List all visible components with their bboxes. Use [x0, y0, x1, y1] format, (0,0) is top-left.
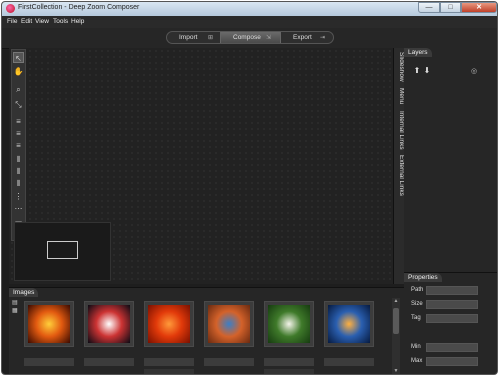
thumbnail-astronaut[interactable]: [84, 301, 134, 347]
thumbnail-caption: [324, 358, 374, 366]
tab-export-label: Export: [293, 34, 312, 41]
menu-view[interactable]: View: [35, 18, 49, 25]
move-down-icon[interactable]: ⬇: [423, 67, 431, 75]
fit-tool-icon[interactable]: ⤡: [13, 99, 24, 110]
property-label: Path: [411, 287, 424, 293]
list-view-icon[interactable]: ▤: [12, 300, 19, 306]
property-label: Size: [411, 301, 423, 307]
menu-tools[interactable]: Tools: [53, 18, 68, 25]
max-field[interactable]: [426, 357, 478, 366]
app-icon: [6, 4, 15, 13]
distribute-vertical-icon[interactable]: ⋯: [13, 203, 24, 214]
property-max: Max: [404, 357, 497, 367]
scroll-down-icon[interactable]: ▼: [392, 368, 400, 374]
move-up-icon[interactable]: ⬆: [413, 67, 421, 75]
toolbox: ↖ ✋ ⌕ ⤡ ≡ ≡ ≡ ⫴ ⫴ ⫴ ⋮ ⋯ ▭ ▯: [11, 49, 26, 241]
maximize-button[interactable]: □: [440, 2, 461, 13]
images-scrollbar[interactable]: ▲ ▼: [392, 298, 400, 374]
align-left-icon[interactable]: ≡: [13, 116, 24, 127]
path-field[interactable]: [426, 286, 478, 295]
scroll-up-icon[interactable]: ▲: [392, 298, 400, 304]
window-border: [497, 16, 498, 375]
align-bottom-icon[interactable]: ⫴: [13, 178, 24, 189]
next-row-thumbnail[interactable]: [264, 369, 314, 374]
thumb-image: [208, 305, 250, 343]
layers-header: Layers: [404, 48, 432, 57]
thumbnail-caption: [204, 358, 254, 366]
images-panel: Images ▤ ▦ ▲ ▼: [9, 287, 404, 374]
export-icon: ⇥: [320, 35, 326, 41]
properties-header: Properties: [404, 273, 442, 282]
tag-field[interactable]: [426, 314, 478, 323]
tab-compose-label: Compose: [233, 34, 261, 41]
import-icon: ⊞: [208, 35, 214, 41]
window-title: FirstCollection - Deep Zoom Composer: [18, 4, 140, 11]
size-field[interactable]: [426, 300, 478, 309]
align-right-icon[interactable]: ≡: [13, 140, 24, 151]
thumbnail-red-flower[interactable]: [144, 301, 194, 347]
tab-import-label: Import: [179, 34, 198, 41]
thumbnail-caption: [24, 358, 74, 366]
property-path: Path: [404, 286, 497, 296]
property-tag: Tag: [404, 314, 497, 324]
property-label: Max: [411, 358, 423, 364]
scroll-thumb[interactable]: [393, 308, 399, 334]
minimize-icon: —: [425, 4, 433, 11]
layers-panel: Layers ⬆ ⬇ ◎: [404, 48, 497, 272]
menu-edit[interactable]: Edit: [21, 18, 32, 25]
thumbnail-white-flower[interactable]: [264, 301, 314, 347]
thumb-image: [328, 305, 370, 343]
grid-view-icon[interactable]: ▦: [12, 308, 19, 314]
align-top-icon[interactable]: ⫴: [13, 154, 24, 165]
tab-compose[interactable]: Compose ⇲: [220, 32, 281, 43]
thumb-image: [148, 305, 190, 343]
distribute-horizontal-icon[interactable]: ⋮: [13, 191, 24, 202]
menu-bar: File Edit View Tools Help: [2, 16, 497, 28]
thumbnail-jellyfish[interactable]: [324, 301, 374, 347]
thumb-image: [88, 305, 130, 343]
zoom-tool-icon[interactable]: ⌕: [13, 84, 24, 95]
min-field[interactable]: [426, 343, 478, 352]
thumbnail-caption: [84, 358, 134, 366]
close-icon: ✕: [476, 4, 482, 11]
minimize-button[interactable]: —: [418, 2, 440, 13]
menu-help[interactable]: Help: [71, 18, 84, 25]
thumbnail-desert-mesa[interactable]: [204, 301, 254, 347]
property-label: Tag: [411, 315, 421, 321]
thumbnail-sun[interactable]: [24, 301, 74, 347]
tab-export[interactable]: Export ⇥: [279, 32, 333, 43]
align-center-icon[interactable]: ≡: [13, 128, 24, 139]
navigator-minimap[interactable]: [14, 222, 111, 281]
close-button[interactable]: ✕: [461, 2, 497, 13]
property-label: Min: [411, 344, 421, 350]
property-min: Min: [404, 343, 497, 353]
compose-icon: ⇲: [266, 35, 272, 41]
app-window: FirstCollection - Deep Zoom Composer — □…: [1, 1, 498, 375]
tab-import[interactable]: Import ⊞: [167, 32, 220, 43]
images-header: Images: [9, 288, 39, 297]
title-bar[interactable]: FirstCollection - Deep Zoom Composer — □…: [2, 2, 497, 16]
next-row-thumbnail[interactable]: [144, 369, 194, 374]
properties-panel: Properties Path Size Tag Min Max: [404, 272, 497, 374]
select-tool-icon[interactable]: ↖: [13, 52, 24, 63]
viewport-rectangle[interactable]: [47, 241, 78, 259]
thumbnail-caption: [144, 358, 194, 366]
align-middle-icon[interactable]: ⫴: [13, 166, 24, 177]
thumbnail-caption: [264, 358, 314, 366]
maximize-icon: □: [448, 4, 453, 11]
property-size: Size: [404, 300, 497, 310]
menu-file[interactable]: File: [7, 18, 17, 25]
mode-tab-bar: Import ⊞ Compose ⇲ Export ⇥: [2, 28, 497, 49]
pan-tool-icon[interactable]: ✋: [13, 66, 24, 77]
thumb-image: [28, 305, 70, 343]
visibility-icon[interactable]: ◎: [471, 67, 479, 75]
mode-tabs: Import ⊞ Compose ⇲ Export ⇥: [166, 31, 334, 44]
thumb-image: [268, 305, 310, 343]
